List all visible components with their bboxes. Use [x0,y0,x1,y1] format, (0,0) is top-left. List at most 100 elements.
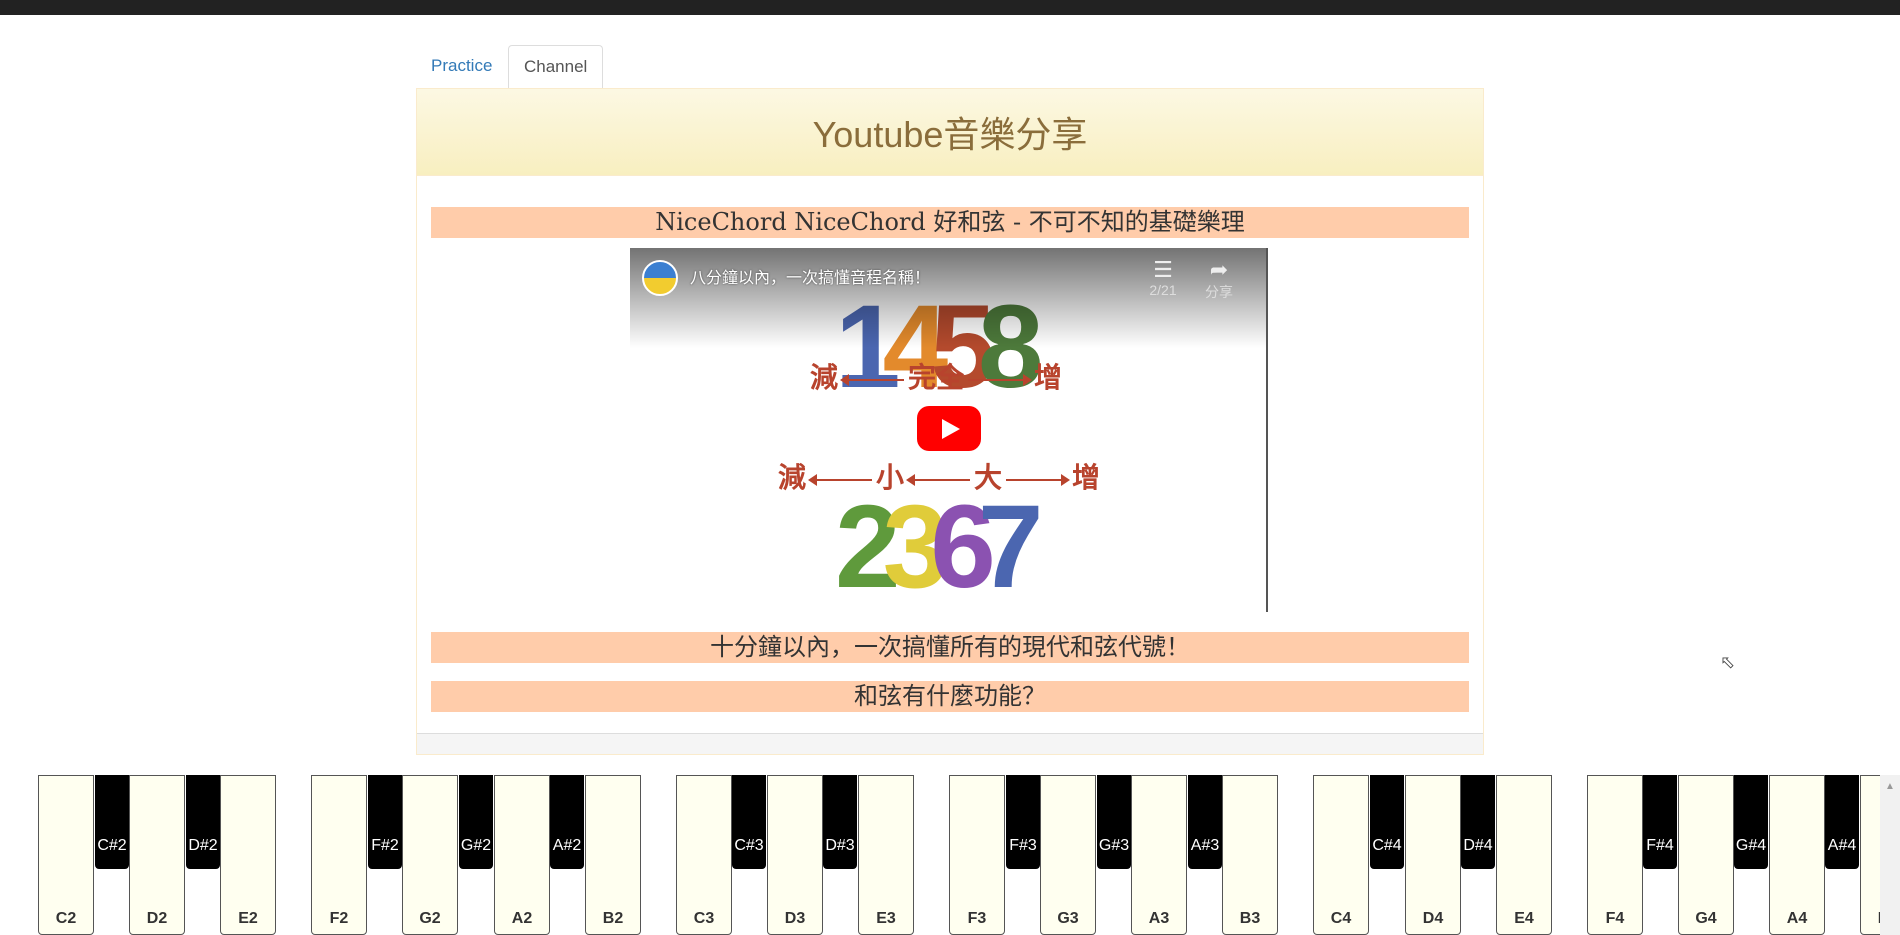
piano-white-key[interactable]: E2 [220,775,276,935]
piano-black-key[interactable]: D#3 [823,775,857,869]
thumb-number: 2 [835,481,901,612]
tab-channel[interactable]: Channel [508,45,604,89]
piano-white-key[interactable]: F3 [949,775,1005,935]
piano-white-key[interactable]: A2 [494,775,550,935]
video-title-item[interactable]: 十分鐘以內，一次搞懂所有的現代和弦代號！ [431,632,1469,663]
tab-practice[interactable]: Practice [416,45,507,87]
video-title-item[interactable]: 和弦有什麼功能？ [431,681,1469,712]
video-title-item[interactable]: NiceChord NiceChord 好和弦 - 不可不知的基礎樂理 [431,207,1469,238]
piano-black-key[interactable]: D#2 [186,775,220,869]
key-label: G#3 [1098,837,1130,854]
thumb-number: 3 [882,481,949,612]
key-label: D4 [1422,910,1444,927]
key-label: C2 [55,910,77,927]
scrollbar[interactable]: ▲ [1880,775,1900,935]
share-label: 分享 [1205,284,1233,300]
piano-black-key[interactable]: F#4 [1643,775,1677,869]
piano-white-key[interactable]: F2 [311,775,367,935]
key-label: D3 [784,910,806,927]
piano-black-key[interactable]: C#3 [732,775,766,869]
piano-white-key[interactable]: A4 [1769,775,1825,935]
piano-black-key[interactable]: F#3 [1006,775,1040,869]
piano-black-key[interactable]: G#3 [1097,775,1131,869]
thumb-number: 6 [930,481,996,612]
piano-white-key[interactable]: E3 [858,775,914,935]
share-icon: ➦ [1209,257,1229,282]
top-navbar [0,0,1900,15]
key-label: F4 [1605,910,1625,927]
piano-white-key[interactable]: F4 [1587,775,1643,935]
key-label: C4 [1330,910,1352,927]
player-video-title[interactable]: 八分鐘以內，一次搞懂音程名稱！ [690,264,930,288]
piano-black-key[interactable]: D#4 [1461,775,1495,869]
key-label: E2 [238,910,258,927]
piano-black-key[interactable]: C#2 [95,775,129,869]
key-label: G#2 [460,837,492,854]
key-label: F2 [329,910,349,927]
piano-black-key[interactable]: G#2 [459,775,493,869]
key-label: A#3 [1190,837,1220,854]
key-label: A4 [1786,910,1808,927]
playlist-icon: ☰ [1153,257,1173,282]
piano-white-key[interactable]: G2 [402,775,458,935]
key-label: B2 [602,910,624,927]
tab-bar: Practice Channel [416,45,1484,89]
key-label: A#4 [1827,837,1857,854]
piano-white-key[interactable]: C3 [676,775,732,935]
piano-white-key[interactable]: C2 [38,775,94,935]
key-label: C3 [693,910,715,927]
piano-black-key[interactable]: A#4 [1825,775,1859,869]
key-label: G3 [1057,910,1079,927]
piano-black-key[interactable]: C#4 [1370,775,1404,869]
key-label: G#4 [1735,837,1767,854]
key-label: F#3 [1009,837,1037,854]
piano-white-key[interactable]: E4 [1496,775,1552,935]
key-label: A#2 [552,837,582,854]
piano-white-key[interactable]: G3 [1040,775,1096,935]
key-label: C#2 [97,837,127,854]
piano-keyboard: C2 D2 E2 F2 G2 A2 B2 C3 D3 E3 F3 G3 A3 B3 C4 D4 E4 F4 G4 A4… [0,775,1900,935]
piano-white-key[interactable]: A3 [1131,775,1187,935]
panel-title: Youtube音樂分享 [812,114,1088,155]
panel-heading: Youtube音樂分享 [417,89,1483,176]
playlist-button[interactable]: ☰ 2/21 [1140,257,1186,299]
key-label: C#4 [1372,837,1402,854]
piano-black-key[interactable]: F#2 [368,775,402,869]
thumb-label: 增 [1072,462,1101,493]
play-icon[interactable] [917,406,981,451]
key-label: F3 [967,910,987,927]
panel-footer [417,733,1483,754]
scroll-up-icon[interactable]: ▲ [1885,781,1895,792]
thumb-label: 減 [778,462,807,493]
piano-white-key[interactable]: D2 [129,775,185,935]
key-label: G4 [1695,910,1717,927]
thumbnail-scale-row-perfect: 減 完全 增 [810,356,1062,396]
key-label: A3 [1148,910,1170,927]
youtube-player[interactable]: 1458 減完全增 減小大增 2367 八分鐘以內，一次搞懂音程名稱！ ☰ 2/… [630,248,1268,612]
piano-black-key[interactable]: A#2 [550,775,584,869]
thumb-label: 完全 [908,362,965,393]
piano-white-key[interactable]: G4 [1678,775,1734,935]
key-label: E3 [876,910,896,927]
channel-avatar[interactable] [642,260,678,296]
key-label: E4 [1514,910,1534,927]
thumb-label: 減 [810,362,839,393]
key-label: D#3 [825,837,855,854]
piano-white-key[interactable]: B3 [1222,775,1278,935]
piano-white-key[interactable]: D3 [767,775,823,935]
piano-white-key[interactable]: C4 [1313,775,1369,935]
key-label: D#2 [188,837,218,854]
key-label: F#2 [371,837,399,854]
piano-white-key[interactable]: D4 [1405,775,1461,935]
piano-black-key[interactable]: G#4 [1734,775,1768,869]
arrow-right-icon [968,373,1033,386]
key-label: F#4 [1646,837,1674,854]
piano-black-key[interactable]: A#3 [1188,775,1222,869]
piano-white-key[interactable]: B2 [585,775,641,935]
key-label: D#4 [1463,837,1493,854]
key-label: C#3 [734,837,764,854]
key-label: B3 [1239,910,1261,927]
key-label: D2 [146,910,168,927]
playlist-counter: 2/21 [1149,282,1177,298]
share-button[interactable]: ➦ 分享 [1196,258,1242,302]
